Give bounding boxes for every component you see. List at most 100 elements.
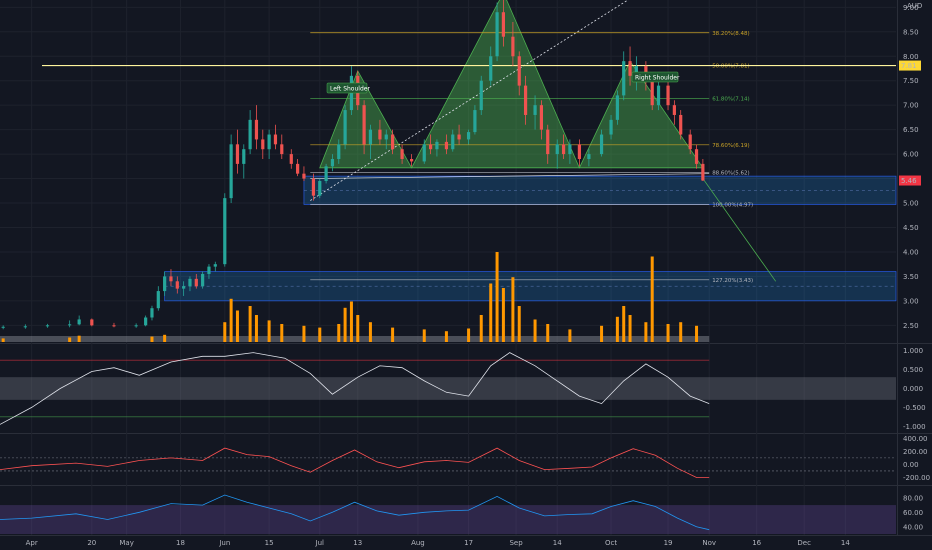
candle-body [672,105,676,115]
candle-body [555,144,559,155]
rsi-band [0,505,896,534]
volume-bar [628,315,632,342]
candle-body [242,149,246,164]
time-tick-label: Jun [218,539,230,547]
candle-body [568,144,572,155]
right-shoulder-annotation[interactable]: Right Shoulder [631,71,680,83]
candle[interactable] [615,90,619,125]
candle-body [609,119,613,135]
candle-body [599,134,604,155]
price-tick-label: 9.00 [903,4,919,12]
candle-body [666,85,670,106]
candle[interactable] [90,318,94,327]
candle-body [201,273,205,287]
candle-body [701,163,705,181]
candle-body [444,141,449,150]
volume-bar [444,331,448,342]
volume-bar [235,310,239,342]
time-tick-label: Aug [411,539,425,547]
fib-level-label: 78.60%(6.19) [712,143,750,149]
volume-bar [422,329,426,342]
volume-bar [479,315,483,342]
price-tick-label: 6.00 [903,151,919,159]
time-tick-label: 14 [553,539,562,547]
candle-body [390,134,395,150]
volume-bar [356,315,360,342]
left-shoulder-annotation[interactable]: Left Shoulder [326,82,370,94]
volume-bar [280,324,284,342]
volume-bar [1,338,5,342]
price-tick-label: 5.00 [903,200,919,208]
time-tick-label: 17 [464,539,473,547]
candle-body [561,144,566,155]
fib-level-label: 127.20%(3.43) [712,278,753,284]
candle-body [68,324,72,326]
candle-body [289,154,293,164]
candle-body [296,163,300,174]
candle-body [422,144,426,162]
candle-body [207,266,211,274]
candle-body [337,144,341,159]
candle-body [248,119,252,150]
candle[interactable] [479,75,483,115]
candle[interactable] [324,163,328,184]
trading-chart[interactable]: 23.60%(9.31)38.20%(8.48)50.00%(7.81)61.8… [0,0,932,550]
time-tick-label: 15 [265,539,274,547]
price-badge-label: 7.81 [901,62,917,70]
price-tick-label: 3.50 [903,273,919,281]
candle[interactable] [201,271,205,289]
candle-body [409,158,414,162]
candle-body [343,110,347,145]
left-shoulder-label: Left Shoulder [330,86,370,93]
oscillator-tick-label: -0.500 [903,404,926,412]
candle-body [182,286,186,289]
volume-bar [267,320,271,342]
candle[interactable] [318,178,322,199]
volume-bar [302,325,306,342]
candle-body [235,144,240,164]
candle-body [229,144,233,199]
candle-body [169,276,173,282]
volume-bar [489,283,493,342]
oscillator-tick-label: 1.000 [903,347,923,355]
candle-body [694,149,699,164]
fib-level-label: 38.20%(8.48) [712,31,750,37]
candle-body [523,85,528,115]
volume-bar [546,324,550,342]
volume-bar [368,322,372,342]
oscillator-tick-label: 0.000 [903,385,923,393]
oscillator-tick-label: 40.00 [903,523,923,531]
candle-body [90,319,94,326]
candle-body [368,129,373,145]
candle[interactable] [223,193,227,267]
candle-body [254,119,259,140]
price-tick-label: 4.50 [903,224,919,232]
oscillator-tick-label: 60.00 [903,509,923,517]
candle-body [267,134,271,150]
candle-body [1,326,5,328]
candle[interactable] [343,105,347,150]
volume-bar [68,337,72,342]
candle-body [163,276,167,292]
candle-body [156,291,160,309]
candle[interactable] [229,134,233,204]
candle-body [150,308,154,318]
candle-body [324,166,328,182]
volume-bar [318,327,322,342]
price-tick-label: 8.50 [903,28,919,36]
candle-body [188,278,192,287]
volume-bar [501,288,505,342]
price-tick-label: 3.00 [903,297,919,305]
candle-body [546,129,550,155]
candle-body [679,114,683,135]
time-tick-label: 14 [841,539,850,547]
candle-body [318,181,322,196]
candle-body [656,85,661,106]
time-tick-label: Apr [26,539,38,547]
volume-bar [349,301,353,342]
volume-bar [517,306,521,342]
price-chart-svg[interactable]: 23.60%(9.31)38.20%(8.48)50.00%(7.81)61.8… [0,0,932,550]
candle-body [457,134,461,140]
price-tick-label: 6.50 [903,126,919,134]
time-tick-label: 16 [752,539,761,547]
